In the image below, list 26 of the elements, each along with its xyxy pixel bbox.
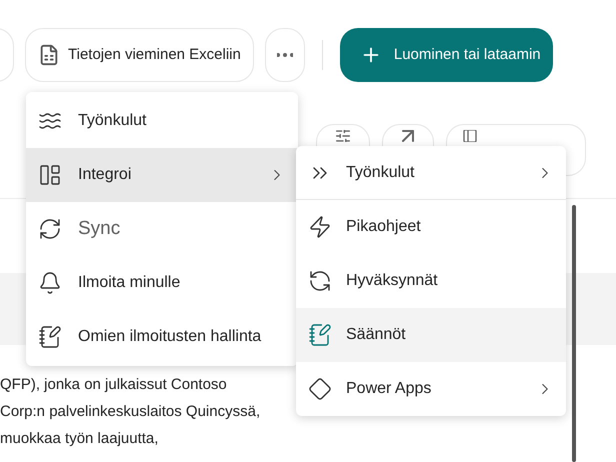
notepad-pen-icon (308, 323, 332, 347)
menu-item[interactable]: Ilmoita minulle (26, 256, 298, 310)
submenu-item[interactable]: Säännöt (296, 308, 566, 362)
menu-item[interactable]: Integroi (26, 148, 298, 202)
bell-icon (38, 271, 62, 295)
diamond-icon (308, 377, 332, 401)
create-button[interactable]: Luominen tai lataamin (340, 28, 553, 82)
arrow-icon (402, 130, 414, 142)
menu-item[interactable]: Omien ilmoitusten hallinta (26, 310, 298, 364)
export-button[interactable]: Tietojen vieminen Exceliin (25, 28, 254, 82)
sliders-icon (336, 130, 350, 142)
notepad-pen-icon (38, 325, 62, 349)
grid-icon (38, 163, 62, 187)
lightning-icon (308, 215, 332, 239)
submenu-item[interactable]: Power Apps (296, 362, 566, 416)
submenu-item[interactable]: Hyväksynnät (296, 254, 566, 308)
more-button[interactable] (264, 28, 305, 82)
more-icon (276, 53, 293, 57)
submenu-item[interactable]: Pikaohjeet (296, 200, 566, 254)
body-text: Corp:n palvelinkeskuslaitos Quincyssä, (0, 402, 260, 422)
body-text: QFP), jonka on julkaissut Contoso (0, 375, 227, 395)
panel-icon (463, 130, 477, 142)
menu-item[interactable]: Työnkulut (26, 94, 298, 148)
submenu-item[interactable]: Työnkulut (296, 146, 566, 200)
sync-icon (38, 217, 62, 241)
body-text: muokkaa työn laajuutta, (0, 429, 158, 449)
